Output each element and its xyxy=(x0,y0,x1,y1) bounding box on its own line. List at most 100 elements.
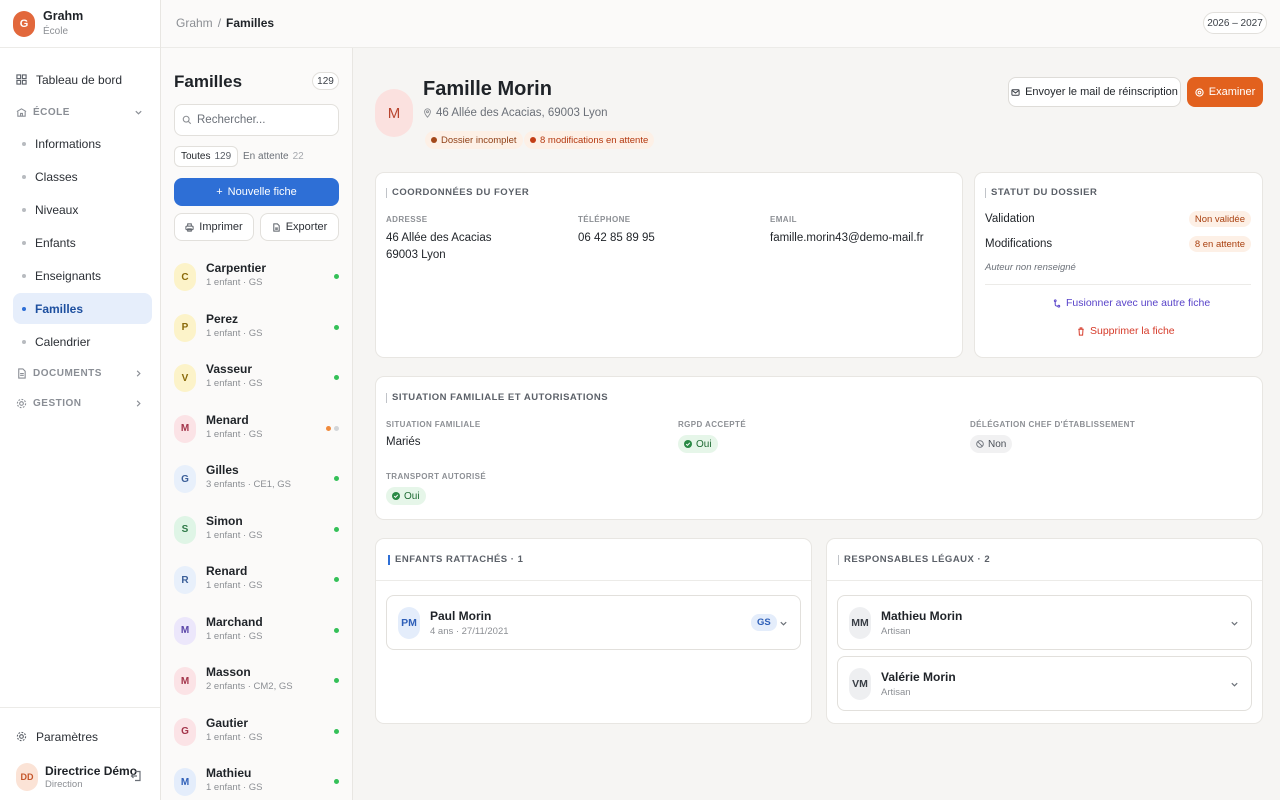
list-title: Familles xyxy=(174,72,243,91)
family-name: Carpentier xyxy=(206,261,267,275)
card-title-text: SITUATION FAMILIALE ET AUTORISATIONS xyxy=(392,392,609,403)
merge-label: Fusionner avec une autre fiche xyxy=(1066,297,1211,309)
print-button[interactable]: Imprimer xyxy=(174,213,254,241)
modifications-badge: 8 en attente xyxy=(1188,236,1251,252)
family-list-item[interactable]: P Perez 1 enfant · GS xyxy=(168,304,348,352)
transport-badge: Oui xyxy=(386,487,426,505)
user-role: Direction xyxy=(45,779,83,790)
family-summary: 1 enfant · GS xyxy=(206,529,263,541)
filter-tab-count: 129 xyxy=(214,151,232,162)
examine-button[interactable]: Examiner xyxy=(1187,77,1263,107)
title-bar xyxy=(838,554,839,565)
new-family-button[interactable]: + Nouvelle fiche xyxy=(174,178,339,206)
title-bar xyxy=(985,187,986,198)
gear-icon xyxy=(16,398,27,408)
delegation-badge: Non xyxy=(970,435,1013,453)
brand[interactable]: G Grahm École xyxy=(0,0,160,48)
merge-family-link[interactable]: Fusionner avec une autre fiche xyxy=(1053,297,1210,309)
chevron-down-icon[interactable] xyxy=(1230,680,1239,689)
search-field[interactable] xyxy=(174,104,339,136)
chevron-down-icon[interactable] xyxy=(779,619,788,628)
ok-status-dot xyxy=(334,728,339,734)
family-list-item[interactable]: M Mathieu 1 enfant · GS xyxy=(168,758,348,800)
child-card[interactable]: PM Paul Morin 4 ans · 27/11/2021 GS xyxy=(386,595,801,650)
user-profile[interactable]: DD Directrice Démo Direction xyxy=(16,762,148,792)
family-summary: 1 enfant · GS xyxy=(206,327,263,339)
ok-status-dot xyxy=(334,375,339,380)
avatar: M xyxy=(174,667,196,695)
sidebar-item-informations[interactable]: Informations xyxy=(13,128,152,159)
nav-settings[interactable]: Paramètres xyxy=(13,721,152,752)
household-contact-card xyxy=(375,172,963,358)
logout-icon[interactable] xyxy=(130,770,142,782)
sidebar-item-label: Classes xyxy=(35,169,78,184)
export-button[interactable]: Exporter xyxy=(260,213,339,241)
sidebar-item-enfants[interactable]: Enfants xyxy=(13,227,152,258)
sidebar-item-calendrier[interactable]: Calendrier xyxy=(13,326,152,357)
field-label: TÉLÉPHONE xyxy=(578,215,631,224)
avatar: S xyxy=(174,515,196,544)
sidebar-item-familles[interactable]: Familles xyxy=(13,293,152,324)
avatar: G xyxy=(174,717,196,746)
field-label: EMAIL xyxy=(770,215,797,224)
family-list-item[interactable]: S Simon 1 enfant · GS xyxy=(168,506,348,554)
bullet xyxy=(22,240,26,245)
status-badge-label: Dossier incomplet xyxy=(441,134,517,146)
email-value: famille.morin43@demo-mail.fr xyxy=(770,232,924,244)
family-list-item[interactable]: M Masson 2 enfants · CM2, GS xyxy=(168,657,348,705)
family-name: Menard xyxy=(206,412,249,427)
pending-status-dot xyxy=(326,425,331,431)
bullet xyxy=(22,306,26,311)
rgpd-badge: Oui xyxy=(678,435,718,453)
sidebar-item-classes[interactable]: Classes xyxy=(13,161,152,192)
avatar: P xyxy=(174,313,196,342)
avatar: M xyxy=(174,768,196,796)
guardian-occupation: Artisan xyxy=(881,687,911,698)
school-year-selector[interactable]: 2026 – 2027 xyxy=(1203,12,1267,34)
family-list-item[interactable]: G Gilles 3 enfants · CE1, GS xyxy=(168,455,348,503)
avatar: MM xyxy=(849,607,871,639)
delete-family-link[interactable]: Supprimer la fiche xyxy=(1077,325,1175,337)
family-summary: 1 enfant · GS xyxy=(206,731,263,743)
filter-tab-label: En attente xyxy=(243,151,289,162)
guardian-card[interactable]: VM Valérie Morin Artisan xyxy=(837,656,1252,711)
transport-value: Oui xyxy=(404,490,420,502)
family-name: Vasseur xyxy=(206,362,253,376)
filter-tab-all[interactable]: Toutes 129 xyxy=(174,146,239,167)
guardian-name: Mathieu Morin xyxy=(881,609,963,623)
family-summary: 1 enfant · GS xyxy=(206,782,263,793)
examine-label: Examiner xyxy=(1208,86,1256,98)
family-list-item[interactable]: G Gautier 1 enfant · GS xyxy=(168,708,348,756)
filter-tab-pending[interactable]: En attente 22 xyxy=(237,146,310,167)
family-avatar: M xyxy=(375,89,413,137)
send-reinscription-mail-button[interactable]: Envoyer le mail de réinscription xyxy=(1008,77,1181,107)
chevron-down-icon[interactable] xyxy=(1230,619,1239,628)
nav-section-documents[interactable]: DOCUMENTS xyxy=(13,362,152,384)
family-name: Perez xyxy=(206,311,239,326)
trash-icon xyxy=(1078,326,1084,336)
sidebar-item-enseignants[interactable]: Enseignants xyxy=(13,260,152,291)
family-list-item[interactable]: M Marchand 1 enfant · GS xyxy=(168,607,348,655)
nav-settings-label: Paramètres xyxy=(36,729,99,744)
nav-dashboard[interactable]: Tableau de bord xyxy=(13,64,152,95)
card-title: COORDONNÉES DU FOYER xyxy=(386,187,529,198)
search-input[interactable] xyxy=(197,114,327,126)
nav-section-gestion[interactable]: GESTION xyxy=(13,392,152,414)
guardian-card[interactable]: MM Mathieu Morin Artisan xyxy=(837,595,1252,650)
avatar: M xyxy=(174,616,196,645)
ok-status-dot xyxy=(334,526,339,532)
printer-icon xyxy=(185,222,194,232)
avatar: PM xyxy=(398,607,420,639)
brand-name: Grahm xyxy=(43,9,84,23)
nav-section-ecole[interactable]: ÉCOLE xyxy=(13,101,152,123)
family-list-item[interactable]: V Vasseur 1 enfant · GS xyxy=(168,354,348,402)
family-list-item[interactable]: M Menard 1 enfant · GS xyxy=(168,405,348,453)
family-list-item[interactable]: R Renard 1 enfant · GS xyxy=(168,556,348,604)
child-name: Paul Morin xyxy=(430,609,492,623)
sidebar-item-niveaux[interactable]: Niveaux xyxy=(13,194,152,225)
export-label: Exporter xyxy=(285,221,328,233)
breadcrumb-root[interactable]: Grahm xyxy=(176,16,213,30)
family-list-item[interactable]: C Carpentier 1 enfant · GS xyxy=(168,253,348,301)
family-name: Renard xyxy=(206,564,248,578)
phone-value: 06 42 85 89 95 xyxy=(578,232,655,244)
